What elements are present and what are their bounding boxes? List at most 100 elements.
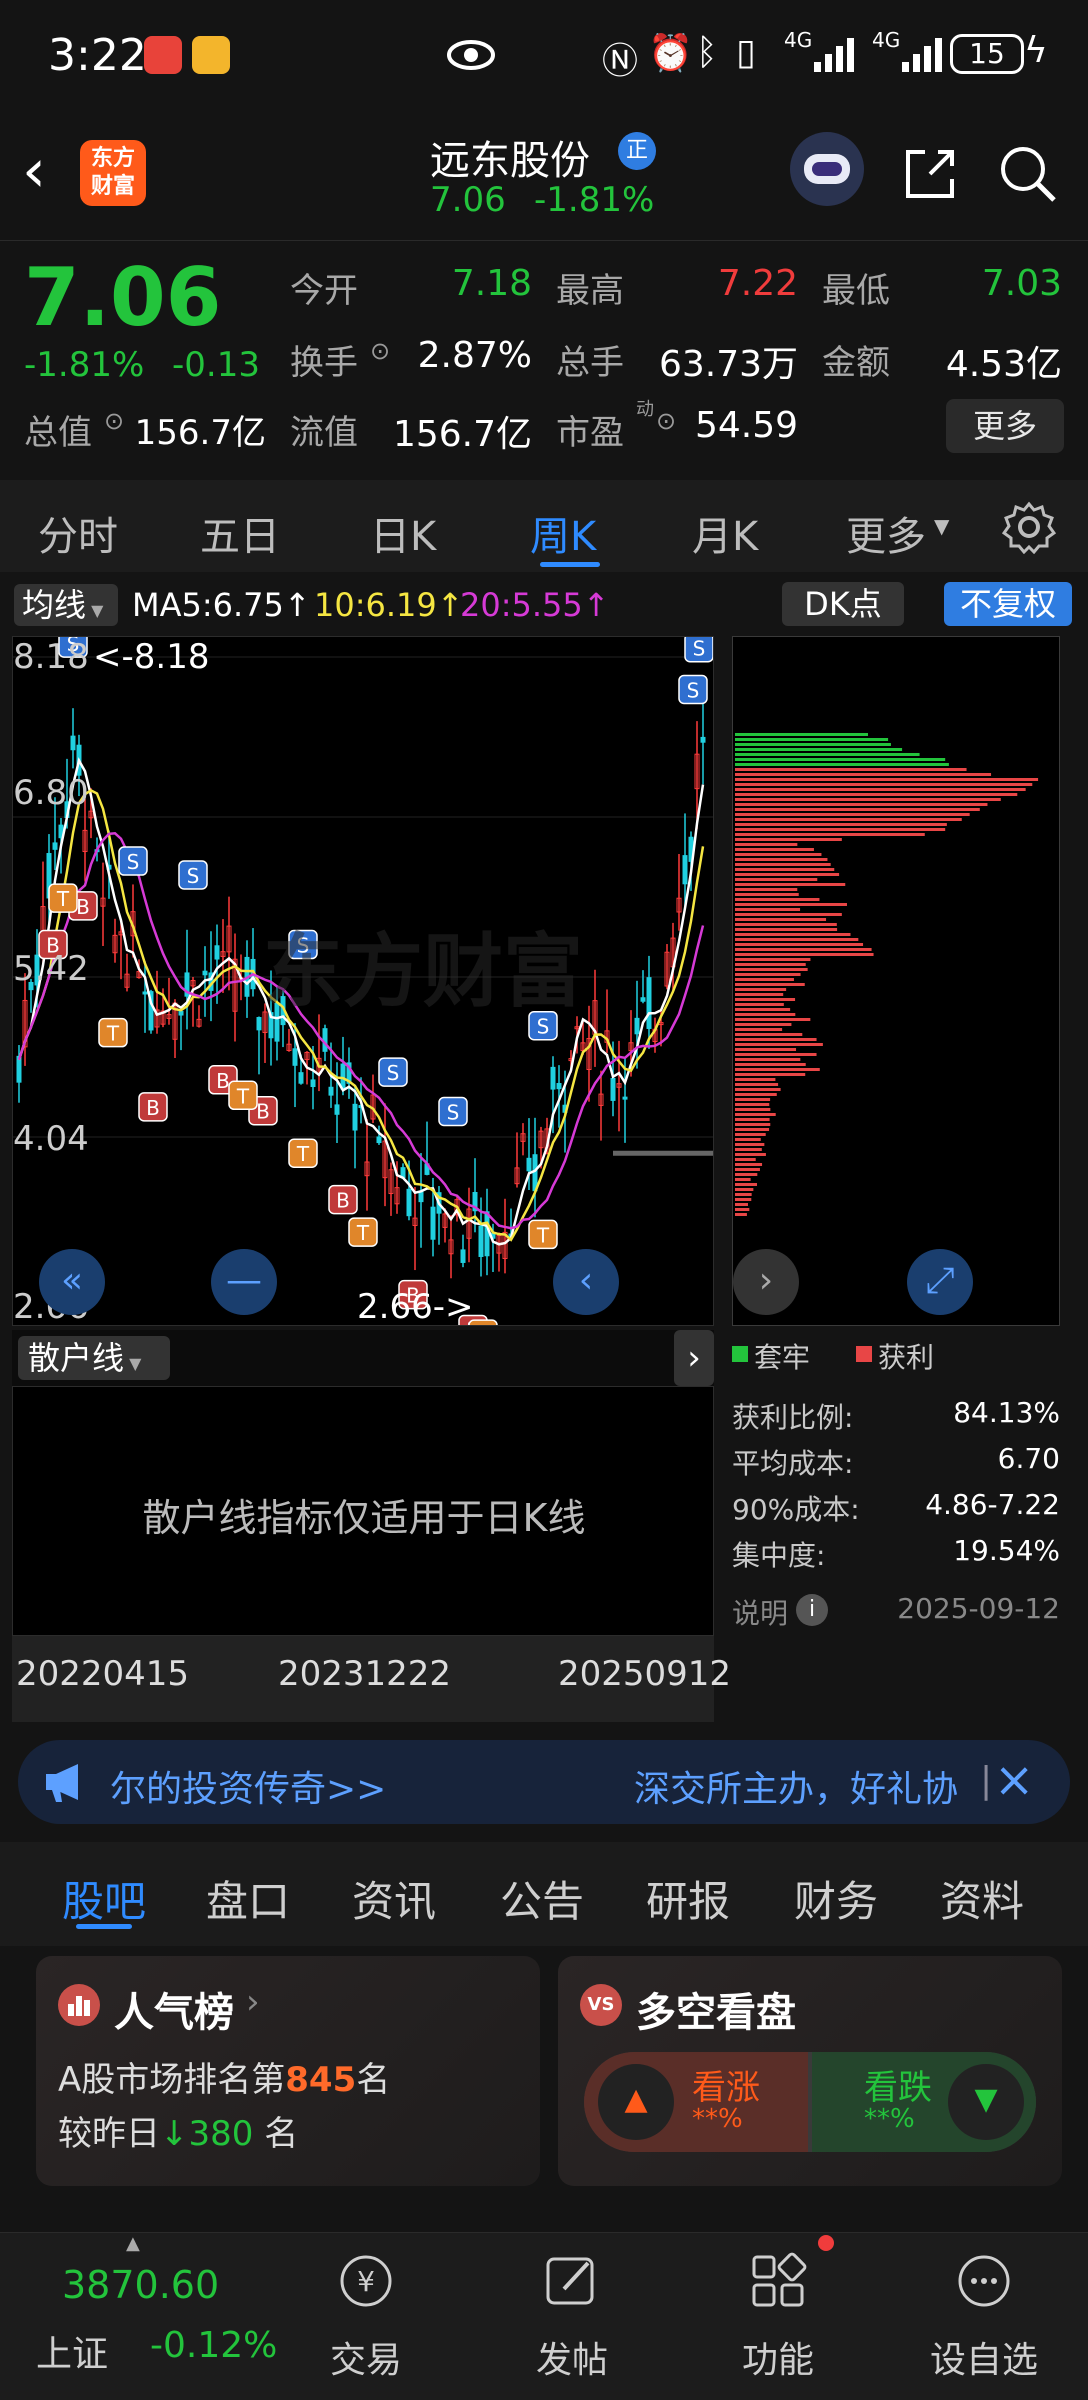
chip-bar (735, 898, 820, 901)
bull-bear-card[interactable]: VS 多空看盘 ▲ 看涨 **% 看跌 **% ▼ (558, 1956, 1062, 2186)
bull-bear-title: 多空看盘 (636, 1990, 796, 2036)
ma-selector-button[interactable]: 均线 ▼ (14, 584, 118, 626)
weekly-k-chart[interactable]: SSSSSSSSSBBBBBBBBTTTTTTT 8.18 <-8.18 6.8… (12, 628, 714, 1349)
nav-add-watchlist[interactable]: 设自选 (914, 2331, 1054, 2383)
chip-bar (735, 1053, 817, 1056)
search-icon[interactable] (996, 142, 1060, 206)
chip-bar (735, 993, 784, 996)
nav-features[interactable]: 功能 (708, 2331, 848, 2383)
index-value[interactable]: 3870.60 (62, 2263, 219, 2307)
tab-news[interactable]: 资讯 (352, 1868, 436, 1929)
popularity-card[interactable]: 人气榜 › A股市场排名第845名 较昨日↓380 名 (36, 1956, 540, 2186)
svg-text:S: S (187, 864, 200, 888)
chip-bar (735, 848, 814, 851)
index-change: -0.12% (150, 2325, 278, 2366)
candle-body (484, 1211, 490, 1257)
tab-announcements[interactable]: 公告 (500, 1868, 584, 1929)
chip-bar (735, 998, 796, 1001)
candle-body (298, 1072, 304, 1084)
logo-line-2: 财富 (90, 174, 135, 199)
trapped-legend-label: 套牢 (754, 1341, 811, 1374)
candle-body (214, 945, 220, 960)
no-adjust-button[interactable]: 不复权 (944, 582, 1072, 626)
post-icon[interactable] (542, 2251, 602, 2311)
share-icon[interactable] (900, 144, 960, 204)
tab-pankou[interactable]: 盘口 (206, 1868, 290, 1929)
vote-up-button[interactable]: ▲ (598, 2064, 674, 2140)
ma5-value: MA5:6.75↑ (132, 586, 311, 624)
chip-bar (735, 863, 831, 866)
ma-selector-label: 均线 (22, 586, 87, 624)
stock-name[interactable]: 远东股份 (430, 128, 590, 186)
index-expand-caret-icon[interactable]: ▲ (126, 2233, 140, 2254)
tab-guba[interactable]: 股吧 (62, 1868, 146, 1929)
chip-bar (735, 1093, 777, 1096)
expand-chart-button[interactable]: ⤢ (907, 1249, 973, 1315)
svg-text:B: B (76, 895, 90, 919)
turnover-info-icon[interactable]: ⊙ (370, 337, 390, 365)
chip-bar (735, 1008, 791, 1011)
candle-body (532, 1154, 538, 1192)
chip-bar (735, 1043, 823, 1046)
features-icon[interactable] (748, 2251, 808, 2311)
rank-change-suffix: 名 (264, 2114, 299, 2154)
candle-body (178, 1010, 184, 1016)
announcement-banner[interactable]: 尔的投资传奇>> 深交所主办，好礼协 | × (18, 1740, 1070, 1824)
mktcap-info-icon[interactable]: ⊙ (104, 407, 124, 435)
y-label-3: 5.42 (13, 949, 89, 989)
chip-bar (735, 903, 847, 906)
trade-icon[interactable]: ¥ (336, 2251, 396, 2311)
chip-bar (735, 763, 949, 766)
content-tab-underline (76, 1924, 132, 1929)
avg-cost-label: 平均成本: (732, 1447, 854, 1480)
sub-indicator-next-icon[interactable]: › (674, 1330, 714, 1386)
tab-monthly-k[interactable]: 月K (692, 504, 758, 562)
info-icon[interactable]: i (796, 1594, 828, 1626)
tab-profile[interactable]: 资料 (940, 1868, 1024, 1929)
nav-trade[interactable]: 交易 (296, 2331, 436, 2383)
tab-finance[interactable]: 财务 (794, 1868, 878, 1929)
candle-body (70, 735, 76, 751)
tab-weekly-k[interactable]: 周K (530, 504, 596, 562)
nav-post[interactable]: 发帖 (502, 2331, 642, 2383)
add-watchlist-icon[interactable] (954, 2251, 1014, 2311)
chip-bar (735, 983, 805, 986)
date-label-start: 20220415 (16, 1654, 190, 1694)
chip-bar (735, 978, 794, 981)
note-label[interactable]: 说明 (732, 1592, 788, 1632)
back-arrow-icon[interactable]: ‹ (22, 136, 46, 206)
vote-down-button[interactable]: ▼ (948, 2064, 1024, 2140)
tab-research[interactable]: 研报 (646, 1868, 730, 1929)
candle-body (634, 1017, 640, 1035)
tab-more[interactable]: 更多 (846, 504, 926, 562)
eastmoney-logo[interactable]: 东方 财富 (80, 140, 146, 206)
trade-marker-b: B (328, 1184, 358, 1215)
chip-distribution-chart[interactable]: › ⤢ (732, 636, 1060, 1326)
tab-five-day[interactable]: 五日 (200, 504, 280, 562)
vs-icon: VS (580, 1984, 622, 2026)
robot-assistant-icon[interactable] (790, 132, 864, 206)
tab-intraday[interactable]: 分时 (38, 504, 118, 562)
trade-marker-t: T (528, 1219, 558, 1250)
change-pct: -1.81% (24, 345, 145, 385)
chip-bar (735, 748, 903, 751)
dk-point-button[interactable]: DK点 (782, 582, 904, 626)
active-tab-underline (540, 562, 600, 567)
chip-bar (735, 1168, 760, 1171)
settings-gear-icon[interactable] (1002, 500, 1056, 554)
float-label: 流值 (290, 413, 358, 453)
pe-info-icon[interactable]: ⊙ (656, 407, 676, 435)
candle-body (700, 736, 706, 743)
sub-indicator-selector[interactable]: 散户线 ▼ (18, 1336, 170, 1380)
high-label: 最高 (556, 271, 624, 311)
trade-marker-t: T (98, 1017, 128, 1048)
tab-daily-k[interactable]: 日K (370, 504, 436, 562)
scroll-left-button[interactable]: ‹ (553, 1249, 619, 1315)
zoom-out-button[interactable]: — (211, 1249, 277, 1315)
popularity-chevron-icon: › (246, 1982, 260, 2022)
scroll-right-button[interactable]: › (733, 1249, 799, 1315)
scroll-far-left-button[interactable]: « (39, 1249, 105, 1315)
more-button[interactable]: 更多 (946, 399, 1064, 453)
close-banner-icon[interactable]: × (994, 1752, 1034, 1808)
chip-bar (735, 788, 1026, 791)
